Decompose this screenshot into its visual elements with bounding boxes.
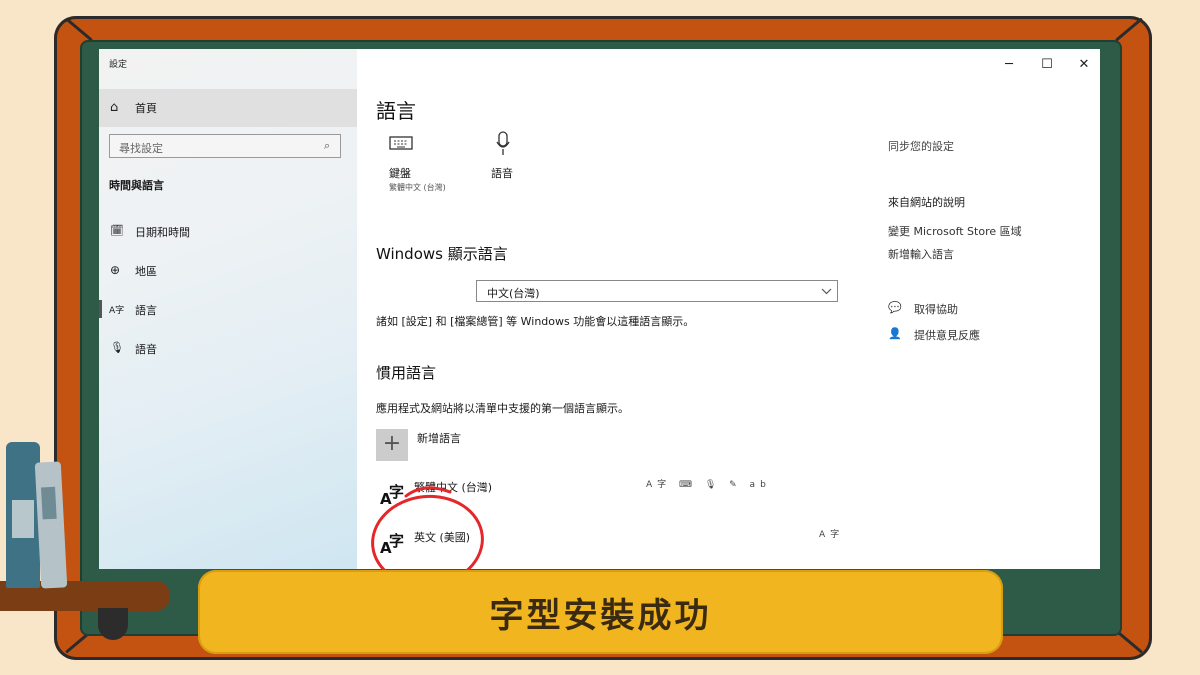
speech-label: 語音 bbox=[491, 167, 513, 180]
change-store-region-link[interactable]: 變更 Microsoft Store 區域 bbox=[888, 223, 1022, 239]
display-language-hint: 諸如 [設定] 和 [檔案總管] 等 Windows 功能會以這種語言顯示。 bbox=[376, 315, 695, 328]
chevron-down-icon bbox=[821, 288, 832, 295]
language-icon: A字 bbox=[109, 306, 125, 316]
window-title: 設定 bbox=[109, 60, 128, 70]
preferred-language-hint: 應用程式及網站將以清單中支援的第一個語言顯示。 bbox=[376, 402, 629, 415]
web-help-title: 來自網站的說明 bbox=[888, 196, 965, 209]
microphone-icon bbox=[496, 131, 510, 155]
sidebar: 設定 ⌂ 首頁 尋找設定 ⌕ 時間與語言 🗓 日期和時間 ⊕ 地區 A字 語言 … bbox=[99, 49, 357, 569]
active-indicator bbox=[99, 300, 102, 318]
add-input-language-link[interactable]: 新增輸入語言 bbox=[888, 246, 954, 262]
help-chat-icon: 💬 bbox=[888, 301, 902, 314]
microphone-icon: 🎙 bbox=[110, 341, 124, 354]
sidebar-item-label: 語言 bbox=[135, 304, 157, 317]
language-feature-icons: A字 ⌨ 🎙 ✎ ab bbox=[646, 480, 771, 490]
home-icon: ⌂ bbox=[110, 100, 119, 115]
sidebar-section-title: 時間與語言 bbox=[109, 179, 164, 192]
plus-icon: + bbox=[376, 429, 408, 461]
keyboard-label: 鍵盤 bbox=[389, 167, 411, 180]
search-input[interactable]: 尋找設定 ⌕ bbox=[109, 134, 341, 158]
get-help-label: 取得協助 bbox=[914, 303, 958, 316]
display-language-heading: Windows 顯示語言 bbox=[376, 245, 508, 263]
caption-banner: 字型安裝成功 bbox=[198, 570, 1003, 654]
calendar-clock-icon: 🗓 bbox=[110, 224, 124, 237]
settings-window: 設定 ⌂ 首頁 尋找設定 ⌕ 時間與語言 🗓 日期和時間 ⊕ 地區 A字 語言 … bbox=[99, 49, 1100, 569]
main-content: 語言 鍵盤 繁體中文 (台灣) 語音 Windows 顯示語言 中文(台灣) 諸… bbox=[357, 49, 1100, 569]
preferred-language-heading: 慣用語言 bbox=[376, 364, 437, 382]
sidebar-item-label: 日期和時間 bbox=[135, 226, 190, 239]
search-icon: ⌕ bbox=[324, 139, 331, 152]
sidebar-item-label: 地區 bbox=[135, 265, 157, 278]
search-placeholder: 尋找設定 bbox=[119, 142, 163, 155]
language-feature-icons: A字 bbox=[819, 530, 845, 540]
page-title: 語言 bbox=[376, 99, 416, 123]
feedback-person-icon: 👤 bbox=[888, 327, 902, 340]
caption-text: 字型安裝成功 bbox=[489, 596, 712, 636]
keyboard-sub: 繁體中文 (台灣) bbox=[389, 183, 446, 192]
sidebar-item-label: 首頁 bbox=[135, 102, 157, 115]
highlight-stroke bbox=[404, 486, 452, 498]
select-value: 中文(台灣) bbox=[487, 287, 540, 300]
display-language-select[interactable]: 中文(台灣) bbox=[476, 280, 838, 302]
globe-region-icon: ⊕ bbox=[110, 263, 121, 277]
keyboard-icon bbox=[389, 136, 413, 150]
sync-settings-title[interactable]: 同步您的設定 bbox=[888, 138, 954, 154]
add-language-label: 新增語言 bbox=[417, 432, 461, 445]
sidebar-item-label: 語音 bbox=[135, 343, 157, 356]
feedback-label: 提供意見反應 bbox=[914, 329, 980, 342]
shelf-leg bbox=[98, 608, 128, 640]
book-label bbox=[41, 486, 57, 520]
book-label bbox=[12, 500, 34, 538]
